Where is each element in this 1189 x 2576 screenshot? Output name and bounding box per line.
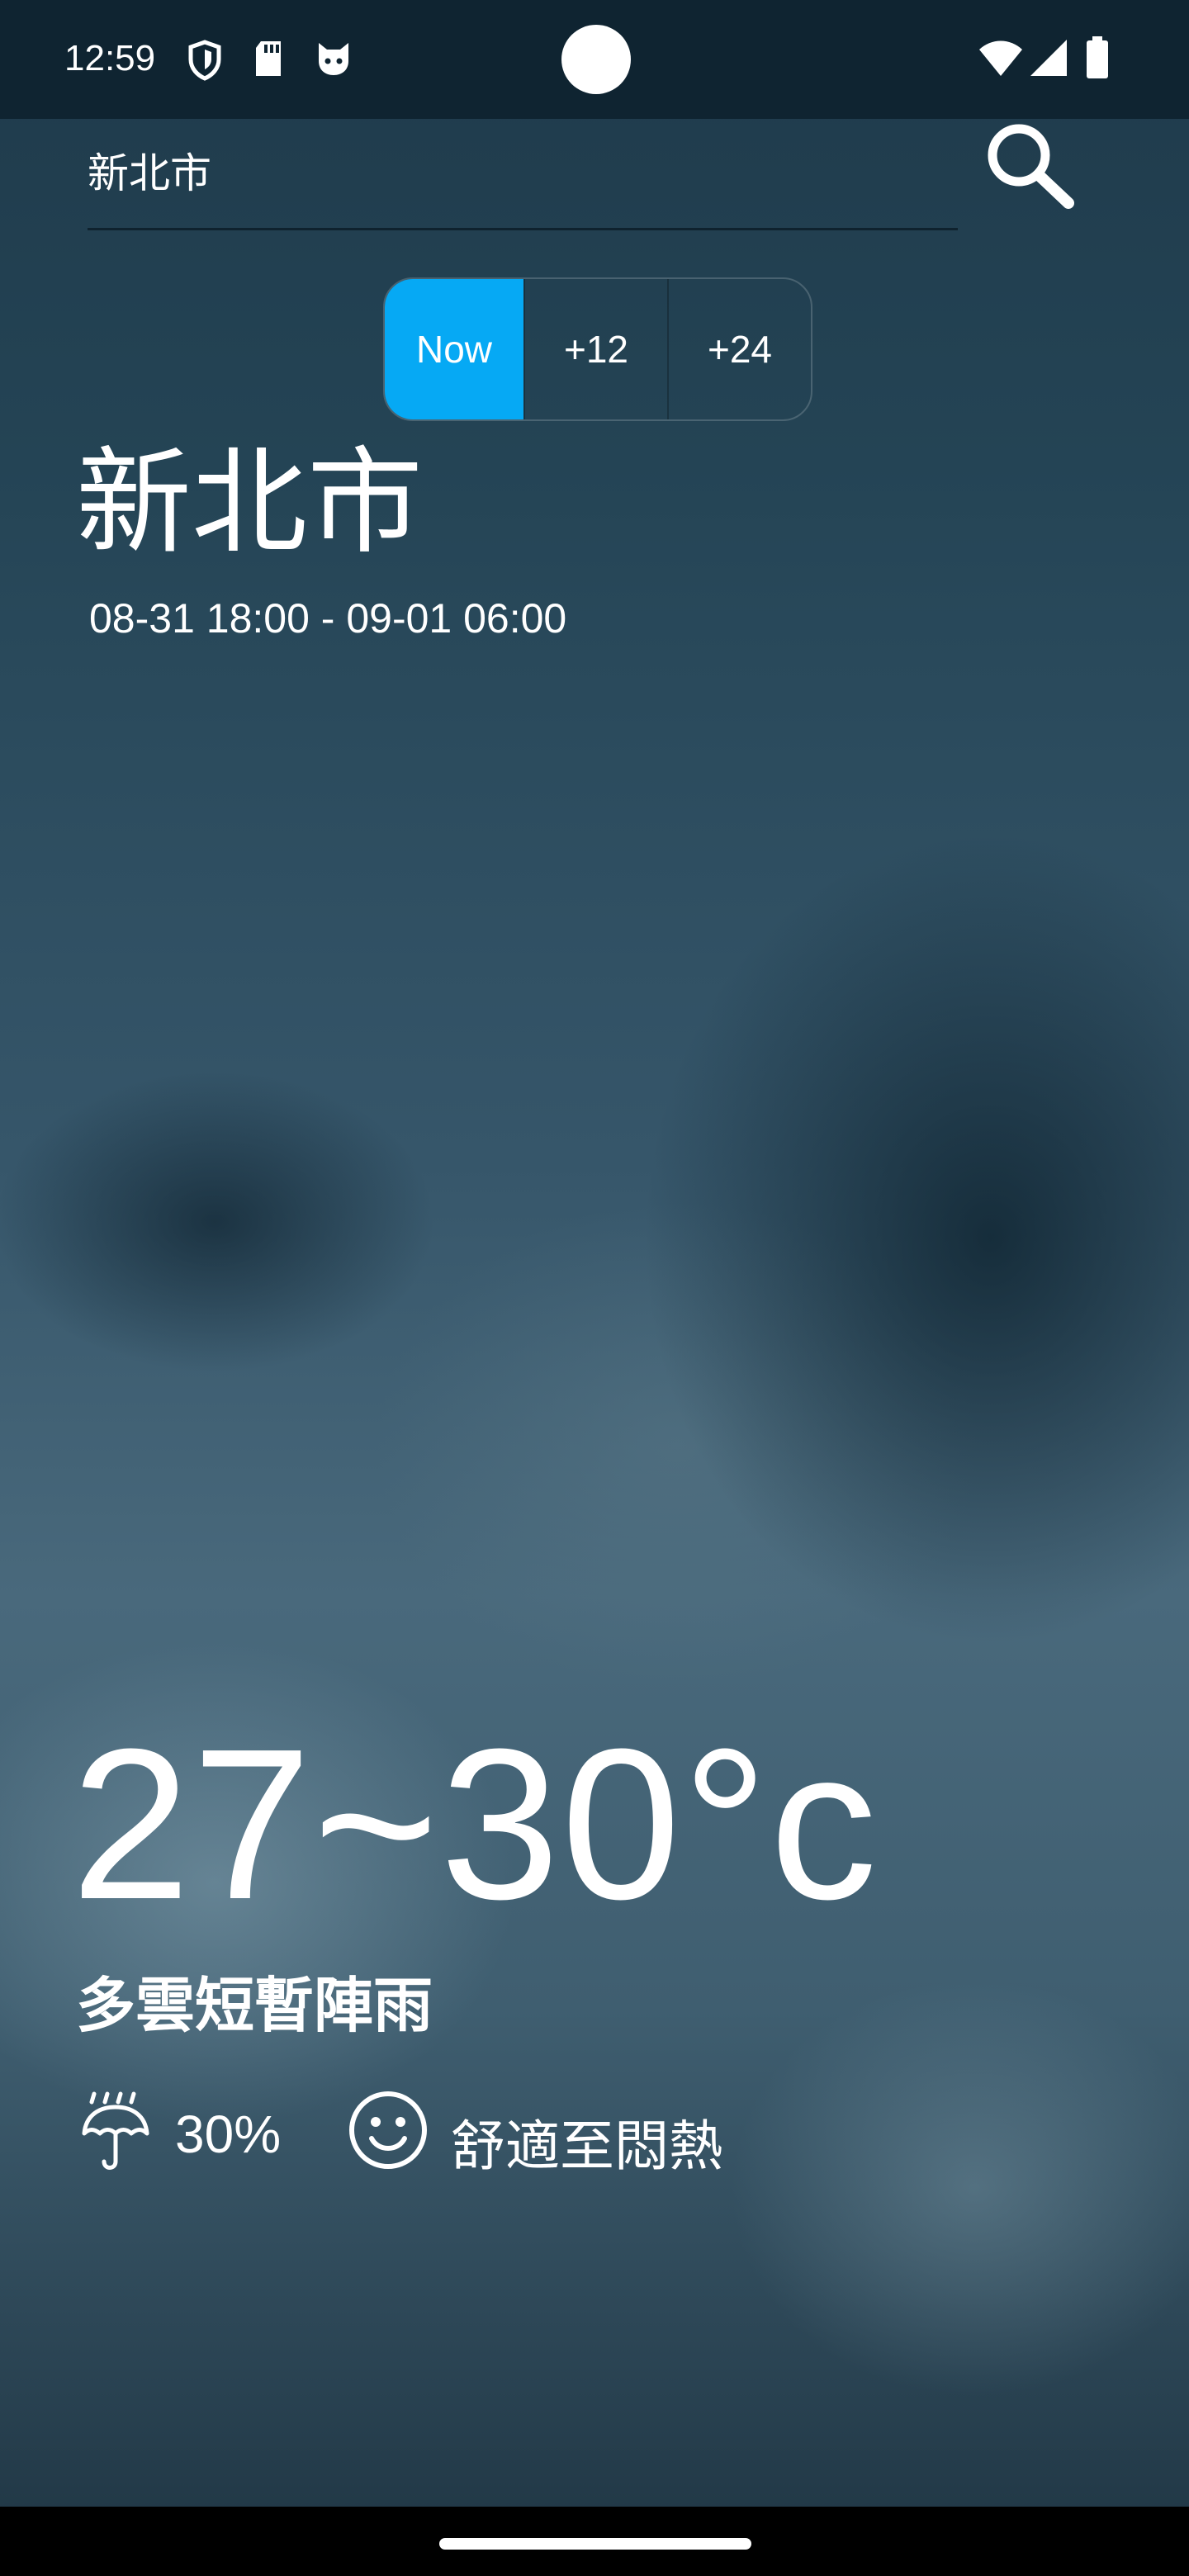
search-input-value: 新北市 (88, 149, 211, 197)
comfort-index: 舒適至悶熱 (451, 2114, 723, 2178)
signal-icon (1030, 40, 1068, 79)
weather-description: 多雲短暫陣雨 (76, 1971, 433, 2040)
umbrella-rain-icon (79, 2091, 152, 2173)
status-bar: 12:59 (0, 0, 1189, 119)
time-selector: Now +12 +24 (383, 277, 812, 421)
home-gesture-handle[interactable] (439, 2538, 751, 2550)
search-icon (988, 124, 1074, 209)
status-time: 12:59 (64, 38, 156, 78)
shield-icon (187, 40, 223, 84)
temperature-range: 27~30°c (71, 1705, 879, 1944)
time-option-plus24[interactable]: +24 (667, 279, 811, 419)
city-name: 新北市 (76, 436, 424, 571)
time-option-plus12[interactable]: +12 (523, 279, 667, 419)
cat-icon (314, 40, 353, 81)
battery-icon (1085, 36, 1110, 83)
time-option-now[interactable]: Now (385, 279, 523, 419)
search-button[interactable] (979, 116, 1087, 215)
camera-cutout (561, 25, 631, 94)
search-input[interactable]: 新北市 (88, 132, 958, 230)
sd-card-icon (253, 40, 284, 81)
forecast-period: 08-31 18:00 - 09-01 06:00 (89, 595, 567, 642)
wifi-icon (979, 40, 1022, 79)
weather-screen: 12:59 新北市 Now +12 +24 新北市 08-31 18:00 - … (0, 0, 1189, 2576)
rain-chance: 30% (175, 2105, 282, 2164)
smile-icon (347, 2089, 429, 2171)
